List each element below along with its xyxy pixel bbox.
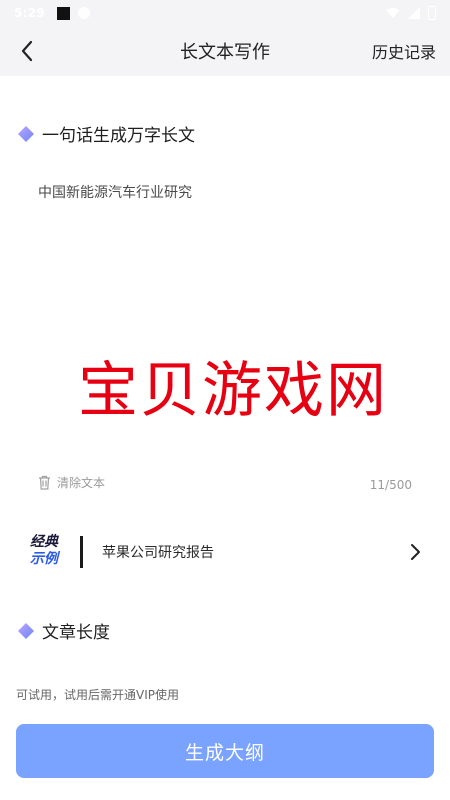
clear-text-button[interactable]: 清除文本 bbox=[38, 474, 105, 491]
signal-icon bbox=[408, 7, 420, 19]
screen: 5:29 长文本写作 历史记录 一句话生成万字长文 中国新能源汽车行业研究 宝贝… bbox=[0, 0, 450, 800]
status-bar: 5:29 bbox=[0, 0, 450, 26]
example-divider bbox=[80, 536, 83, 568]
example-text: 苹果公司研究报告 bbox=[102, 545, 214, 561]
battery-icon bbox=[428, 6, 436, 20]
generate-outline-button[interactable]: 生成大纲 bbox=[16, 724, 434, 778]
watermark-text: 宝贝游戏网 bbox=[78, 356, 388, 426]
status-right bbox=[386, 6, 436, 20]
diamond-icon bbox=[18, 622, 34, 639]
app-header: 长文本写作 历史记录 bbox=[0, 26, 450, 76]
settings-status-icon bbox=[78, 7, 91, 19]
back-button[interactable] bbox=[10, 34, 44, 68]
section-header-prompt: 一句话生成万字长文 bbox=[18, 121, 195, 146]
prompt-input-value: 中国新能源汽车行业研究 bbox=[38, 185, 192, 201]
section-label: 文章长度 bbox=[42, 623, 110, 643]
chevron-left-icon bbox=[21, 40, 33, 62]
diamond-icon bbox=[18, 125, 34, 142]
char-count: 11/500 bbox=[369, 478, 412, 492]
example-badge: 经典 示例 bbox=[30, 534, 64, 570]
history-button[interactable]: 历史记录 bbox=[372, 39, 436, 63]
status-time: 5:29 bbox=[14, 6, 46, 20]
example-badge-line1: 经典 bbox=[30, 534, 58, 550]
trial-hint: 可试用，试用后需开通VIP使用 bbox=[16, 688, 179, 702]
section-label: 一句话生成万字长文 bbox=[42, 126, 195, 146]
trash-icon bbox=[39, 475, 50, 490]
section-header-length: 文章长度 bbox=[18, 618, 110, 643]
example-badge-line2: 示例 bbox=[30, 551, 58, 567]
clear-text-label: 清除文本 bbox=[57, 476, 106, 490]
page-title: 长文本写作 bbox=[180, 42, 270, 63]
notification-icon bbox=[57, 6, 71, 20]
wifi-icon bbox=[386, 8, 400, 18]
chevron-right-icon bbox=[411, 544, 420, 560]
example-item[interactable]: 经典 示例 苹果公司研究报告 bbox=[0, 526, 450, 578]
